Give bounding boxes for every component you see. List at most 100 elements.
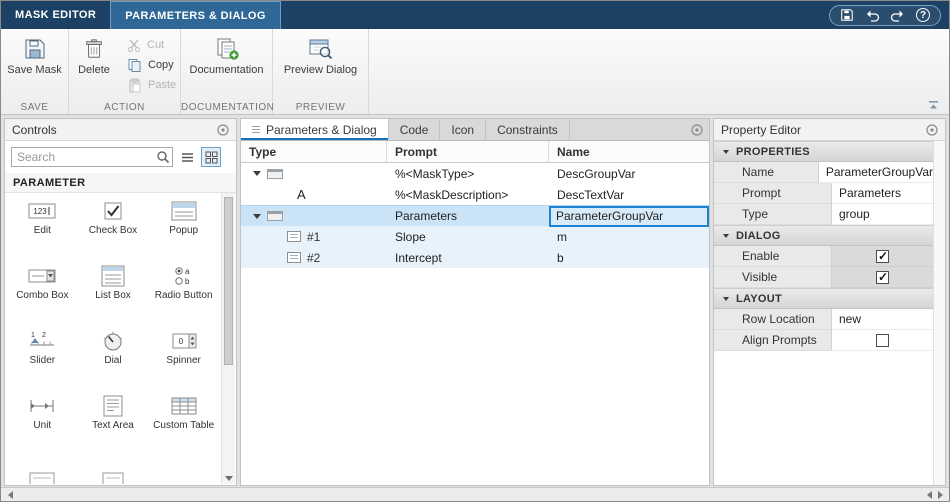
svg-text:123: 123	[34, 207, 48, 216]
clipped-control-icon	[102, 472, 124, 484]
text-area-control-icon	[103, 395, 123, 417]
group-box-icon	[267, 168, 283, 179]
cut-button[interactable]: Cut	[121, 35, 182, 55]
table-header: Type Prompt Name	[241, 141, 709, 163]
property-scrollbar-track[interactable]	[933, 141, 945, 485]
controls-scrollbar[interactable]	[221, 193, 235, 484]
section-dialog[interactable]: DIALOG	[714, 225, 933, 246]
undo-icon[interactable]	[864, 8, 880, 22]
tab-code[interactable]: Code	[389, 119, 441, 140]
section-title: LAYOUT	[736, 292, 783, 305]
prompt-cell[interactable]: Slope	[387, 226, 549, 247]
collapse-arrow-icon[interactable]	[253, 213, 261, 219]
checkbox-control-icon	[104, 202, 122, 220]
control-spinner[interactable]: 0 Spinner	[148, 323, 219, 388]
controls-title: Controls	[12, 122, 57, 137]
table-row-intercept[interactable]: #2 Intercept b	[241, 247, 709, 268]
search-input[interactable]	[11, 147, 173, 167]
control-label: Custom Table	[153, 420, 215, 431]
property-row-align-prompts: Align Prompts	[714, 330, 933, 351]
collapse-arrow-icon[interactable]	[253, 171, 261, 176]
panel-options-icon[interactable]	[926, 123, 938, 136]
panel-options-icon[interactable]	[217, 123, 229, 136]
search-icon	[156, 150, 170, 167]
table-row-parameters-selected[interactable]: Parameters ParameterGroupVar	[241, 205, 709, 227]
control-dial[interactable]: Dial	[78, 323, 149, 388]
panel-options-icon[interactable]	[691, 124, 703, 136]
name-cell[interactable]: m	[549, 226, 709, 247]
property-value-type[interactable]: group	[832, 204, 933, 225]
documentation-icon	[217, 38, 239, 60]
table-row-maskt-ype[interactable]: %<MaskType> DescGroupVar	[241, 163, 709, 184]
scroll-right-icon[interactable]	[938, 491, 943, 499]
tab-parameters-and-dialog[interactable]: PARAMETERS & DIALOG	[110, 1, 281, 29]
control-combo-box[interactable]: Combo Box	[7, 258, 78, 323]
save-icon[interactable]	[840, 8, 854, 22]
scrollbar-thumb[interactable]	[224, 197, 233, 365]
redo-icon[interactable]	[890, 8, 906, 22]
column-header-prompt: Prompt	[387, 141, 549, 162]
paste-label: Paste	[148, 79, 177, 91]
enable-checkbox[interactable]	[876, 249, 889, 263]
clipped-control[interactable]	[78, 453, 149, 484]
name-cell[interactable]: DescTextVar	[549, 184, 709, 205]
svg-text:0: 0	[178, 337, 183, 346]
control-popup[interactable]: Popup	[148, 193, 219, 258]
align-prompts-checkbox[interactable]	[876, 333, 889, 347]
prompt-cell[interactable]: %<MaskType>	[387, 163, 549, 184]
paste-button[interactable]: Paste	[121, 75, 182, 95]
list-view-button[interactable]	[177, 147, 197, 167]
control-slider[interactable]: 12 Slider	[7, 323, 78, 388]
preview-dialog-icon	[309, 39, 332, 60]
property-value-visible	[832, 267, 933, 288]
tab-mask-editor[interactable]: MASK EDITOR	[1, 1, 110, 29]
control-label: Slider	[29, 355, 56, 366]
property-value-row-location[interactable]: new	[832, 309, 933, 330]
tab-constraints[interactable]: Constraints	[486, 119, 570, 140]
column-header-name: Name	[557, 144, 590, 159]
section-layout[interactable]: LAYOUT	[714, 288, 933, 309]
property-editor-panel: Property Editor PROPERTIES Name Paramete…	[713, 118, 946, 486]
clipped-control[interactable]	[7, 453, 78, 484]
table-row-slope[interactable]: #1 Slope m	[241, 226, 709, 247]
property-value-prompt[interactable]: Parameters	[832, 183, 933, 204]
scrollbar-down-arrow-icon[interactable]	[225, 476, 233, 481]
grid-view-button[interactable]	[201, 147, 221, 167]
collapse-left-panel-icon[interactable]	[8, 491, 13, 499]
control-edit[interactable]: 123 Edit	[7, 193, 78, 258]
control-label: Combo Box	[16, 290, 69, 301]
documentation-label: Documentation	[189, 64, 264, 76]
property-label: Visible	[714, 267, 832, 288]
name-cell[interactable]: b	[549, 247, 709, 268]
section-title: DIALOG	[736, 229, 781, 242]
prompt-cell[interactable]: %<MaskDescription>	[387, 184, 549, 205]
collapse-toolstrip-icon[interactable]	[928, 99, 939, 113]
preview-dialog-button[interactable]: Preview Dialog	[273, 29, 368, 76]
documentation-button[interactable]: Documentation	[181, 29, 272, 76]
copy-button[interactable]: Copy	[121, 55, 182, 75]
scroll-left-icon[interactable]	[927, 491, 932, 499]
control-unit[interactable]: Unit	[7, 388, 78, 453]
prompt-cell[interactable]: Parameters	[387, 206, 549, 226]
tab-parameters-dialog-doc[interactable]: Parameters & Dialog	[241, 119, 389, 140]
control-list-box[interactable]: List Box	[78, 258, 149, 323]
delete-button[interactable]: Delete	[71, 29, 117, 76]
selected-name-cell[interactable]: ParameterGroupVar	[549, 205, 709, 227]
property-value-name[interactable]: ParameterGroupVar	[818, 162, 933, 183]
table-row-mask-description[interactable]: A %<MaskDescription> DescTextVar	[241, 184, 709, 205]
visible-checkbox[interactable]	[876, 270, 889, 284]
help-icon[interactable]: ?	[916, 8, 930, 22]
control-label: Text Area	[92, 420, 134, 431]
name-cell[interactable]: DescGroupVar	[549, 163, 709, 184]
tab-label: Parameters & Dialog	[266, 122, 377, 137]
tab-icon[interactable]: Icon	[440, 119, 487, 140]
prompt-cell[interactable]: Intercept	[387, 247, 549, 268]
control-text-area[interactable]: Text Area	[78, 388, 149, 453]
property-label: Prompt	[714, 183, 832, 204]
control-check-box[interactable]: Check Box	[78, 193, 149, 258]
dial-control-icon	[103, 331, 123, 351]
save-mask-button[interactable]: Save Mask	[1, 29, 68, 76]
section-properties[interactable]: PROPERTIES	[714, 141, 933, 162]
control-radio-button[interactable]: ab Radio Button	[148, 258, 219, 323]
control-custom-table[interactable]: Custom Table	[148, 388, 219, 453]
